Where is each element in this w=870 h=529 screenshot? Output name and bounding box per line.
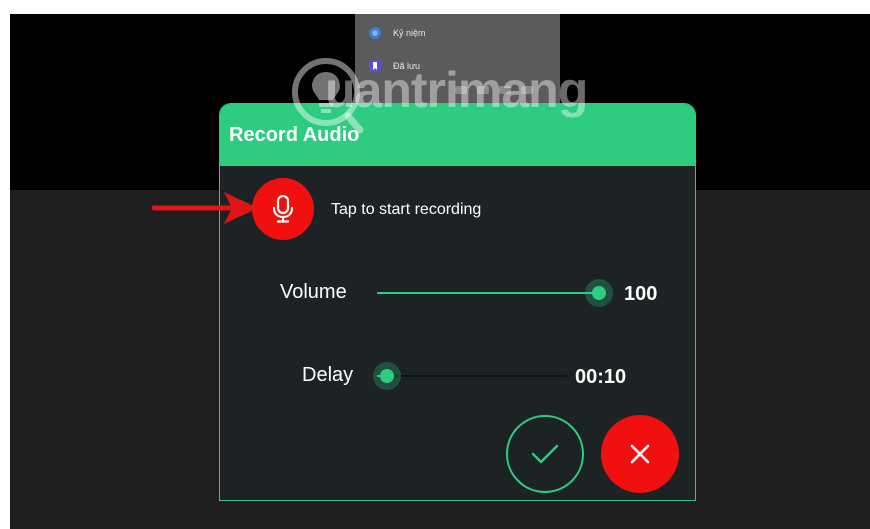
globe-icon bbox=[367, 25, 383, 41]
annotation-arrow-icon bbox=[152, 192, 258, 224]
record-hint-text: Tap to start recording bbox=[331, 201, 482, 218]
confirm-button[interactable] bbox=[506, 415, 584, 493]
volume-slider-fill bbox=[377, 292, 599, 294]
delay-slider-thumb[interactable] bbox=[372, 362, 401, 390]
microphone-icon bbox=[272, 195, 294, 223]
watermark-logo-text: uantrimang bbox=[325, 62, 588, 118]
context-item-label: Kỷ niệm bbox=[393, 28, 426, 38]
volume-slider[interactable] bbox=[377, 279, 613, 307]
volume-value: 100 bbox=[624, 283, 658, 305]
delay-label: Delay bbox=[302, 364, 354, 386]
context-item-memories[interactable]: Kỷ niệm bbox=[367, 22, 426, 44]
checkmark-icon bbox=[531, 444, 559, 464]
volume-slider-thumb[interactable] bbox=[585, 279, 613, 307]
cancel-button[interactable] bbox=[601, 415, 679, 493]
record-audio-dialog: Record Audio Tap to start recording Volu… bbox=[219, 103, 696, 501]
delay-slider[interactable] bbox=[372, 362, 567, 390]
close-icon bbox=[630, 444, 650, 464]
delay-value: 00:10 bbox=[575, 366, 627, 388]
volume-label: Volume bbox=[280, 281, 347, 303]
dialog-title: Record Audio bbox=[229, 124, 360, 146]
